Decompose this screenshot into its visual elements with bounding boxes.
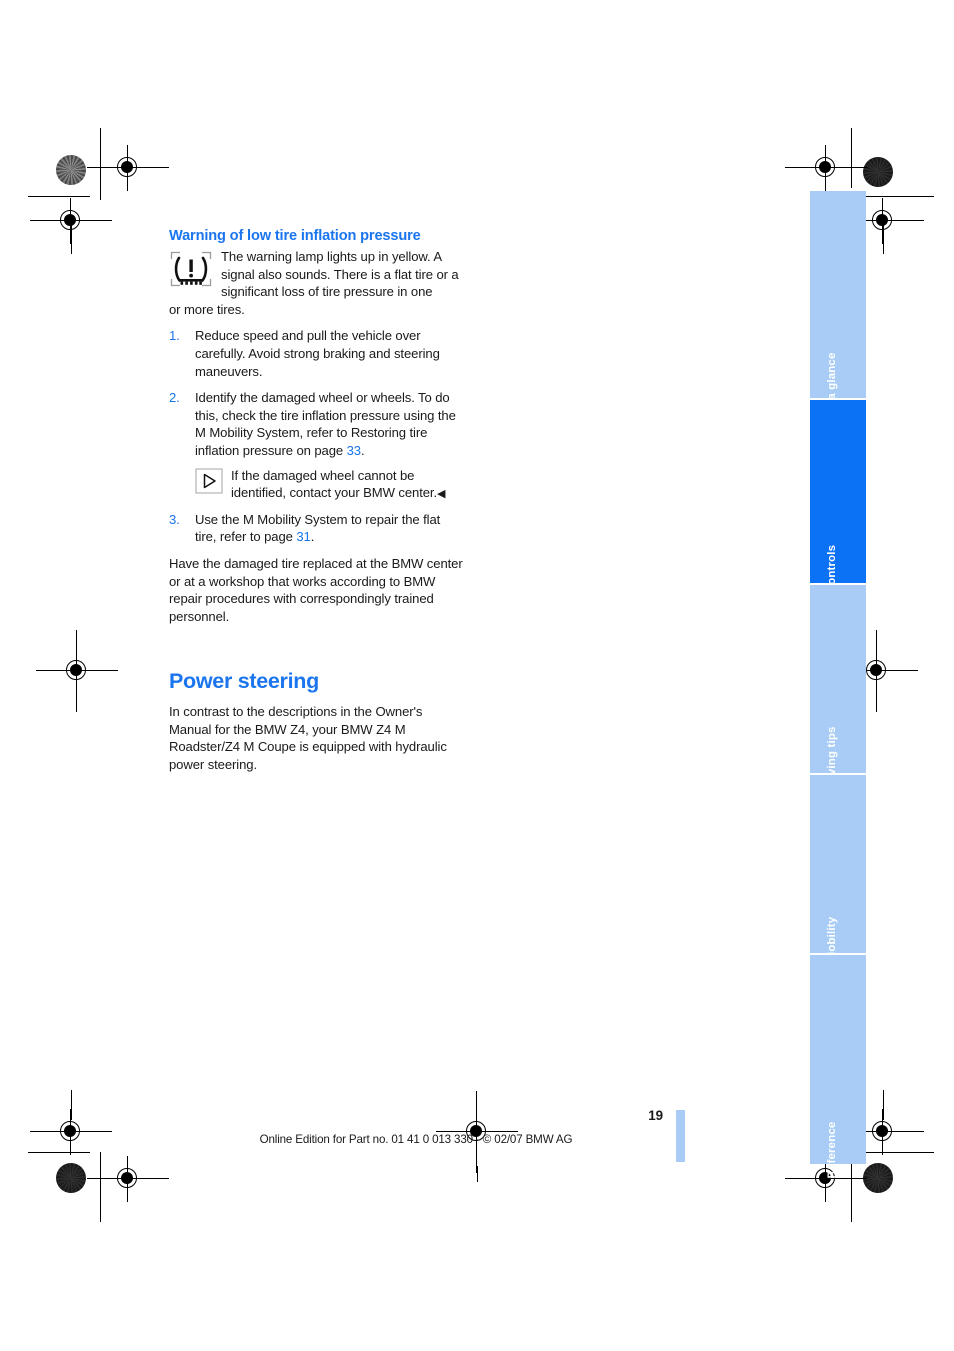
warning-steps-list: 1. Reduce speed and pull the vehicle ove…: [169, 327, 465, 459]
sidebar-item-label: Reference: [826, 1121, 838, 1179]
step-text-tail: .: [361, 442, 365, 458]
note-block: If the damaged wheel cannot be identifie…: [195, 467, 465, 502]
trim-line: [883, 1090, 884, 1120]
density-patch: [863, 157, 893, 187]
section-heading-warning: Warning of low tire inflation pressure: [169, 228, 421, 244]
registration-mark: [87, 145, 169, 191]
step-text-tail: .: [310, 529, 315, 545]
page-reference-link[interactable]: 31: [296, 529, 310, 544]
step-number: 2.: [169, 390, 180, 406]
end-of-note-mark: ◀: [437, 488, 446, 501]
warning-closing-paragraph: Have the damaged tire replaced at the BM…: [169, 555, 463, 624]
warning-steps-list-continued: 3. Use the M Mobility System to repair t…: [169, 511, 465, 546]
sidebar-item-reference[interactable]: Reference: [810, 955, 866, 1178]
footer-edition-note: Online Edition for Part no. 01 41 0 013 …: [259, 1133, 573, 1146]
trim-line: [100, 128, 101, 200]
sidebar-item-at-a-glance[interactable]: At a glance: [810, 191, 866, 415]
warning-intro-continuation: or more tires.: [169, 301, 245, 317]
trim-line: [28, 196, 90, 197]
density-patch: [863, 1163, 893, 1193]
warning-intro-block: The warning lamp lights up in yellow. A …: [169, 248, 465, 318]
trim-line: [866, 1152, 934, 1153]
registration-mark: [87, 1156, 169, 1202]
sidebar-item-mobility[interactable]: Mobility: [810, 775, 866, 961]
page-canvas: Warning of low tire inflation pressure T…: [0, 0, 954, 1351]
triangle-note-icon: [195, 467, 223, 499]
step-text: Use the M Mobility System to repair the …: [195, 511, 441, 545]
step-number: 3.: [169, 511, 180, 527]
list-item: 1. Reduce speed and pull the vehicle ove…: [169, 327, 465, 380]
power-steering-body: In contrast to the descriptions in the O…: [169, 704, 447, 773]
tpms-warning-icon: [169, 250, 213, 293]
trim-line: [100, 1152, 101, 1222]
page-number: 19: [648, 1108, 663, 1123]
trim-line: [71, 1090, 72, 1120]
density-patch: [56, 1163, 86, 1193]
list-item: 3. Use the M Mobility System to repair t…: [169, 511, 465, 546]
note-text: If the damaged wheel cannot be identifie…: [195, 467, 465, 502]
page-title-power-steering: Power steering: [169, 669, 319, 694]
sidebar-item-driving-tips[interactable]: Driving tips: [810, 585, 866, 792]
trim-line: [866, 196, 934, 197]
warning-intro-indented: The warning lamp lights up in yellow. A …: [221, 249, 459, 300]
registration-mark: [36, 630, 118, 712]
trim-line: [883, 222, 884, 254]
registration-mark: [436, 1091, 518, 1173]
step-number: 1.: [169, 328, 180, 344]
page-reference-link[interactable]: 33: [347, 443, 361, 458]
trim-line: [28, 1152, 90, 1153]
trim-line: [477, 1166, 478, 1182]
density-patch: [56, 155, 86, 185]
sidebar-item-controls[interactable]: Controls: [810, 400, 866, 593]
step-text: Reduce speed and pull the vehicle over c…: [195, 328, 440, 379]
note-body: If the damaged wheel cannot be identifie…: [231, 467, 437, 501]
trim-line: [71, 222, 72, 254]
trim-line: [851, 128, 852, 188]
registration-mark: [785, 145, 867, 191]
content-column: Warning of low tire inflation pressure T…: [169, 228, 465, 774]
list-item: 2. Identify the damaged wheel or wheels.…: [169, 389, 465, 459]
footer-tab-marker: [676, 1110, 685, 1162]
warning-intro-text: The warning lamp lights up in yellow. A …: [169, 248, 465, 318]
step-text: Identify the damaged wheel or wheels. To…: [195, 390, 456, 458]
side-tab-navigation: At a glance Controls Driving tips Mobili…: [810, 191, 866, 1178]
